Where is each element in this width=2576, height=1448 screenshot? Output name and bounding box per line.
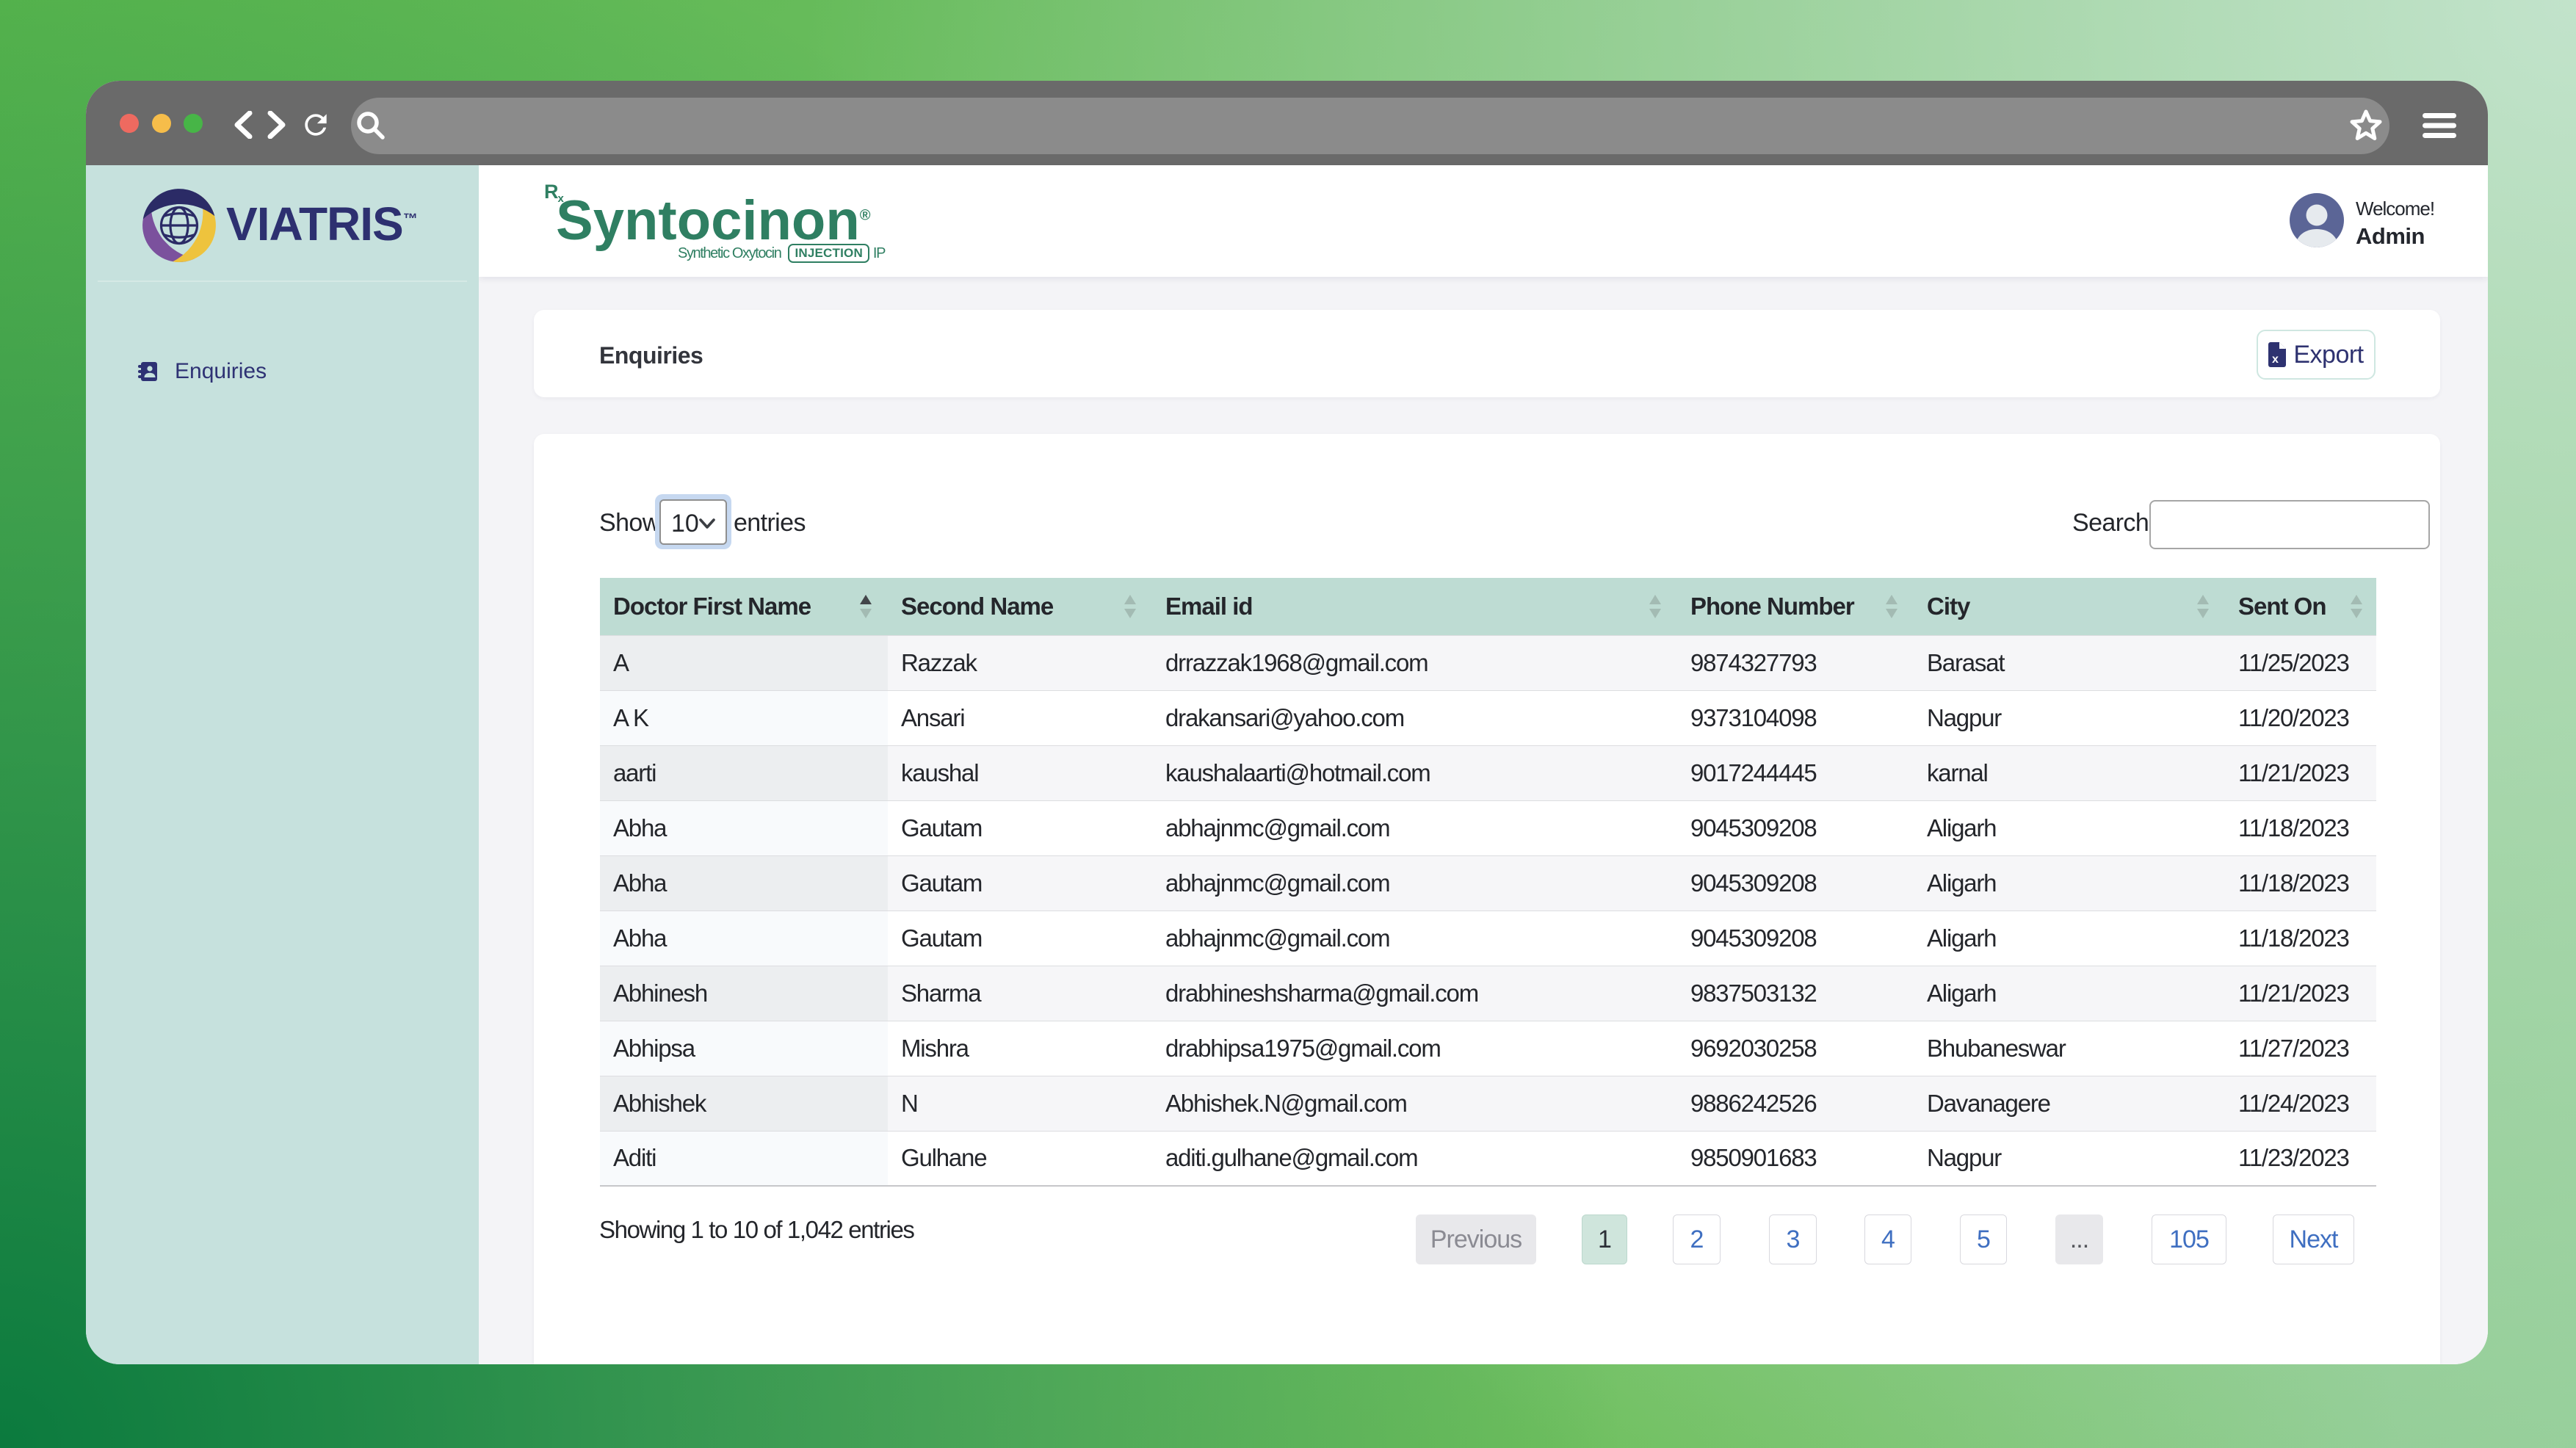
svg-text:x: x [2272,353,2279,366]
